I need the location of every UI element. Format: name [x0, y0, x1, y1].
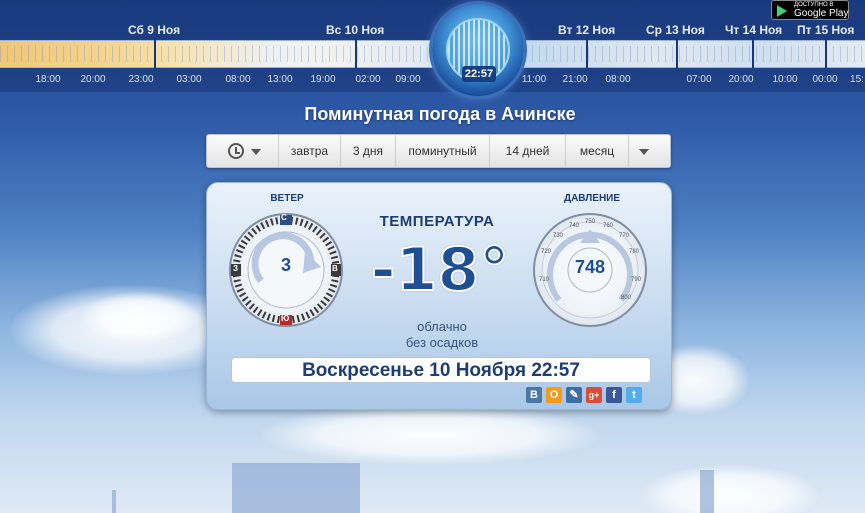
pressure-scale-label: 800: [621, 295, 632, 301]
pressure-value: 748: [574, 257, 606, 277]
timeline-day-label[interactable]: Вт 12 Ноя: [558, 23, 615, 37]
tab-3-days[interactable]: 3 дня: [341, 135, 396, 167]
google-play-label: Google Play: [794, 8, 849, 19]
timeline-day-divider: [752, 38, 754, 68]
cloud-bottom-right: [640, 465, 820, 513]
compass-east: В: [332, 264, 338, 273]
pressure-scale-label: 760: [603, 223, 614, 229]
timeline-hour-label: 20:00: [80, 74, 106, 85]
google-play-icon: [777, 5, 787, 17]
timeline-hour-label: 02:00: [355, 74, 381, 85]
twitter-icon[interactable]: t: [626, 387, 642, 403]
timeline-day-label[interactable]: Ср 13 Ноя: [646, 23, 705, 37]
compass-south: Ю: [281, 314, 290, 323]
pressure-scale-label: 750: [585, 219, 596, 225]
cloud-bottom: [260, 405, 600, 465]
forecast-tabs: завтра 3 дня поминутный 14 дней месяц: [206, 134, 671, 168]
tab-tomorrow[interactable]: завтра: [279, 135, 341, 167]
pressure-scale-label: 780: [629, 249, 640, 255]
timeline-hour-label: 23:00: [128, 74, 154, 85]
timeline-slider-handle[interactable]: 22:57: [432, 4, 524, 96]
temperature-label: ТЕМПЕРАТУРА: [379, 213, 495, 230]
timeline-day-label[interactable]: Сб 9 Ноя: [128, 23, 180, 37]
timeline-hour-label: 13:00: [267, 74, 293, 85]
timeline-hour-label: 20:00: [728, 74, 754, 85]
pressure-scale-label: 740: [569, 223, 580, 229]
building-right: [700, 470, 714, 513]
compass-north: С: [281, 213, 287, 222]
google-play-badge[interactable]: ДОСТУПНО В Google Play: [771, 0, 849, 20]
pressure-gauge: 720 730 740 750 760 770 780 790 800 710 …: [533, 213, 647, 327]
timeline-hour-label: 19:00: [310, 74, 336, 85]
timeline-day-divider: [825, 38, 827, 68]
timeline-hour-label: 11:00: [521, 74, 547, 85]
timeline-hour-label: 08:00: [605, 74, 631, 85]
chevron-down-icon: [251, 149, 261, 155]
livejournal-icon[interactable]: ✎: [566, 387, 582, 403]
compass-west: З: [233, 264, 239, 273]
pressure-scale-label: 710: [539, 277, 550, 283]
pressure-scale-label: 730: [553, 233, 564, 239]
timeline-day-divider: [676, 38, 678, 68]
facebook-icon[interactable]: f: [606, 387, 622, 403]
pressure-label: ДАВЛЕНИЕ: [563, 193, 621, 204]
timeline-hour-label: 21:00: [562, 74, 588, 85]
timeline-day-label[interactable]: Вс 10 Ноя: [326, 23, 384, 37]
tab-14-days[interactable]: 14 дней: [490, 135, 566, 167]
timeline-hour-label: 03:00: [176, 74, 202, 85]
timeline-hour-label: 15:: [850, 74, 864, 85]
pressure-scale-label: 720: [541, 249, 552, 255]
history-dropdown-button[interactable]: [207, 135, 279, 167]
temperature-value: -18°: [370, 234, 510, 306]
timeline-day-label[interactable]: Пт 15 Ноя: [797, 23, 854, 37]
tab-month[interactable]: месяц: [566, 135, 629, 167]
vk-icon[interactable]: В: [526, 387, 542, 403]
timeline-hour-label: 18:00: [35, 74, 61, 85]
google-plus-icon[interactable]: g+: [586, 387, 602, 403]
timeline-day-divider: [586, 38, 588, 68]
chevron-down-icon: [639, 149, 649, 155]
wind-label: ВЕТЕР: [270, 193, 304, 204]
building-tower: [232, 463, 360, 513]
timeline-hour-label: 00:00: [812, 74, 838, 85]
odnoklassniki-icon[interactable]: О: [546, 387, 562, 403]
current-time-label: 22:57: [462, 66, 496, 82]
timeline-hour-label: 09:00: [395, 74, 421, 85]
timeline-hour-label: 08:00: [225, 74, 251, 85]
more-tabs-button[interactable]: [629, 135, 659, 167]
timeline-day-label[interactable]: Чт 14 Ноя: [725, 23, 782, 37]
pressure-scale-label: 790: [631, 277, 642, 283]
page-title: Поминутная погода в Ачинске: [304, 104, 576, 124]
timeline-day-divider: [154, 38, 156, 68]
wind-gauge: С В Ю З 3: [229, 213, 343, 327]
wind-speed-value: 3: [280, 255, 291, 275]
weather-card: ВЕТЕР С В Ю З 3 ТЕМПЕРАТУРА -18° облачно…: [206, 182, 672, 410]
timeline-day-divider: [355, 38, 357, 68]
building-antenna: [112, 490, 116, 513]
clock-hand: [235, 152, 240, 154]
weather-condition: облачно: [417, 319, 467, 334]
precipitation-text: без осадков: [405, 335, 479, 350]
timeline-hour-label: 07:00: [686, 74, 712, 85]
pressure-scale-label: 770: [619, 233, 630, 239]
timeline-hour-label: 10:00: [772, 74, 798, 85]
current-datetime: Воскресенье 10 Ноября 22:57: [231, 357, 651, 383]
cloud-left-small: [80, 292, 200, 342]
tab-minute[interactable]: поминутный: [396, 135, 490, 167]
